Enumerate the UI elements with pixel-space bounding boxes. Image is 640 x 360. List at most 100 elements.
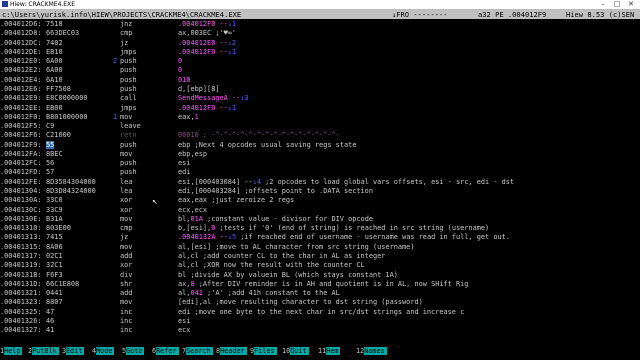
jump-target-marker: 1 xyxy=(113,112,118,121)
listing-row[interactable]: .004012DC: 7402 jz .004012E0 --↓2 xyxy=(0,39,640,47)
mnemonic: leave xyxy=(120,122,141,131)
operand-immediate: 0 xyxy=(178,66,183,75)
jump-reference[interactable]: ↓3 xyxy=(240,94,248,102)
mode-indicator: ↓FRO -------- xyxy=(392,10,448,19)
listing-row[interactable]: .004012FA: 8BEC mov ebp,esp xyxy=(0,150,640,158)
mnemonic: mov xyxy=(120,298,133,307)
listing-row[interactable]: .004012F9: 55 push ebp ;Next 4 opcodes usua… xyxy=(0,140,640,149)
fkey-hem[interactable]: 11Hem xyxy=(318,347,341,355)
listing-row[interactable]: .004012E0: 6A00 2 push 0 xyxy=(0,57,640,65)
operands: bl,01A ;constant value - divisor for DIV… xyxy=(178,215,373,223)
fkey-search[interactable]: 7Search xyxy=(182,347,213,355)
disassembly-listing[interactable]: .004012D6: 7518 jnz .004012F0 --↓1.004012D8… xyxy=(0,20,640,345)
mnemonic: jz xyxy=(120,38,129,47)
listing-row[interactable]: .00401327: 41 inc ecx xyxy=(0,326,640,334)
listing-row[interactable]: .004012E6: FF7508 push d,[ebp][8] xyxy=(0,85,640,93)
fkey-label: Header xyxy=(220,347,247,355)
listing-row[interactable]: .004012EE: EB00 jmps .004012F0 --↓1 xyxy=(0,104,640,112)
listing-row[interactable]: .004012E9: E8C0000000 call SendMessageA --↓… xyxy=(0,94,640,102)
operand-text: d,[ebp][8] xyxy=(178,84,220,93)
fkey-putblk[interactable]: 2PutBlk xyxy=(28,347,59,355)
listing-row[interactable]: .0040130A: 33C0 xor eax,eax ;just zeroize 2… xyxy=(0,196,640,204)
operands: 0 xyxy=(178,57,182,65)
opcode-bytes: 32C1 xyxy=(46,261,63,270)
listing-row[interactable]: .00401321: 0441 add al,041 ;'A' ;add 41h co… xyxy=(0,289,640,297)
operands: ax,003EC ;'♥∞' xyxy=(178,29,236,37)
listing-row[interactable]: .004012FD: 57 push edi xyxy=(0,168,640,176)
opcode-bytes: 7402 xyxy=(46,38,63,47)
fkey-files[interactable]: 9Files xyxy=(250,347,277,355)
fkey-label: Hem xyxy=(326,347,341,355)
jump-reference[interactable]: ↓1 xyxy=(228,104,236,112)
fkey-number: 12 xyxy=(356,347,365,355)
operand-immediate: 00010 ; -^-^-^-^-^-^-^-^-^-^-^-^-^-^-^- xyxy=(178,131,340,140)
listing-row[interactable]: .0040131B: F6F3 div bl ;divide AX by valuei… xyxy=(0,271,640,279)
listing-row[interactable]: .00401315: 8A06 mov al,[esi] ;move to AL ch… xyxy=(0,243,640,251)
jump-reference[interactable]: ↓2 xyxy=(228,39,236,47)
listing-row[interactable]: .004012E2: 6A00 push 0 xyxy=(0,66,640,74)
listing-row[interactable]: .0040130C: 33C9 xor ecx,ecx xyxy=(0,206,640,214)
operand-text: al,cl ;XOR now the result with the count… xyxy=(178,261,365,270)
fkey-mode[interactable]: 4Mode xyxy=(92,347,115,355)
fkey-names[interactable]: 12Names xyxy=(356,347,387,355)
jump-reference[interactable]: ↓1 xyxy=(228,20,236,28)
operands: 00010 ; -^-^-^-^-^-^-^-^-^-^-^-^-^-^-^- xyxy=(178,131,340,139)
address: .00401304: xyxy=(0,187,42,196)
close-icon[interactable]: ✕ xyxy=(624,0,638,9)
listing-row[interactable]: .004012F5: C9 leave xyxy=(0,122,640,130)
address: .004012FD: xyxy=(0,168,42,177)
operands: .004012F0 --↓1 xyxy=(178,104,236,112)
listing-row[interactable]: .004012DE: EB10 jmps .004012F0 --↓1 xyxy=(0,48,640,56)
listing-row[interactable]: .0040130E: B31A mov bl,01A ;constant value … xyxy=(0,215,640,223)
operands: .004012F0 --↓1 xyxy=(178,20,236,28)
listing-row[interactable]: .00401317: 02C1 add al,cl ;add counter CL t… xyxy=(0,252,640,260)
listing-row[interactable]: .004012F6: C21000 retn 00010 ; -^-^-^-^-^-^… xyxy=(0,131,640,139)
listing-row[interactable]: .004012E4: 6A10 push 010 xyxy=(0,76,640,84)
listing-row[interactable]: .004012D6: 7518 jnz .004012F0 --↓1 xyxy=(0,20,640,28)
fkey-quit[interactable]: 10Quit xyxy=(282,347,309,355)
mnemonic: inc xyxy=(120,316,133,325)
jump-reference[interactable]: ↓4 xyxy=(253,178,261,186)
mnemonic: jz xyxy=(120,233,129,242)
fkey-label: Refer xyxy=(156,347,179,355)
operands: b,[esi],0 ;tests if '0' (end of string) … xyxy=(178,224,489,232)
listing-row[interactable]: .00401325: 47 inc edi ;move one byte to the… xyxy=(0,308,640,316)
listing-row[interactable]: .00401326: 46 inc esi xyxy=(0,317,640,325)
address: .0040131D: xyxy=(0,279,42,288)
listing-row[interactable]: .004012D8: 663DEC03 cmp ax,003EC ;'♥∞' xyxy=(0,29,640,37)
listing-row[interactable]: .0040131D: 66C1E808 shr ax,8 ;After DIV rem… xyxy=(0,280,640,288)
fkey-goto[interactable]: 5Goto xyxy=(122,347,145,355)
opcode-bytes: C21000 xyxy=(46,131,71,140)
listing-row[interactable]: .00401310: 803E00 cmp b,[esi],0 ;tests if '… xyxy=(0,224,640,232)
listing-row[interactable]: .00401319: 32C1 xor al,cl ;XOR now the resu… xyxy=(0,261,640,269)
operand-text: eax, xyxy=(178,112,195,121)
fkey-label: Goto xyxy=(126,347,145,355)
listing-row[interactable]: .00401304: 8D3D84324000 lea edi,[000403284]… xyxy=(0,187,640,195)
fkey-edit[interactable]: 3Edit xyxy=(62,347,85,355)
listing-row[interactable]: .00401313: 7415 jz .0040132A --↓5 ;if reach… xyxy=(0,233,640,241)
operand-text: edi xyxy=(178,168,191,177)
operands: ecx xyxy=(178,326,190,334)
listing-row[interactable]: .004012F0: B801000000 1 mov eax,1 xyxy=(0,113,640,121)
maximize-icon[interactable]: □ xyxy=(610,0,624,9)
fkey-label: Mode xyxy=(96,347,115,355)
operands: bl ;divide AX by valuein BL (which stays… xyxy=(178,271,398,279)
operand-immediate: .004012F0 -- xyxy=(178,47,228,56)
operands: .004012E0 --↓2 xyxy=(178,39,236,47)
version-label: Hiew 8.53 (c)SEN xyxy=(566,10,635,19)
operand-text: ebp ;Next 4 opcodes usual saving regs st… xyxy=(178,140,357,149)
jump-reference[interactable]: ↓5 xyxy=(228,233,236,241)
listing-row[interactable]: .004012FC: 56 push esi xyxy=(0,159,640,167)
mnemonic: shr xyxy=(120,279,133,288)
fkey-help[interactable]: 1Help xyxy=(0,347,23,355)
fkey-refer[interactable]: 6Refer xyxy=(152,347,179,355)
jump-reference[interactable]: ↓1 xyxy=(228,48,236,56)
opcode-bytes: 6A00 xyxy=(46,57,63,66)
fkey-number: 11 xyxy=(318,347,327,355)
minimize-icon[interactable]: – xyxy=(596,0,610,9)
listing-row[interactable]: .004012FE: 8D3584304000 lea esi,[000403084]… xyxy=(0,178,640,186)
mnemonic: jmps xyxy=(120,103,137,112)
address: .0040130A: xyxy=(0,196,42,205)
fkey-header[interactable]: 8Header xyxy=(216,347,247,355)
listing-row[interactable]: .00401323: 8807 mov [edi],al ;move resultin… xyxy=(0,298,640,306)
